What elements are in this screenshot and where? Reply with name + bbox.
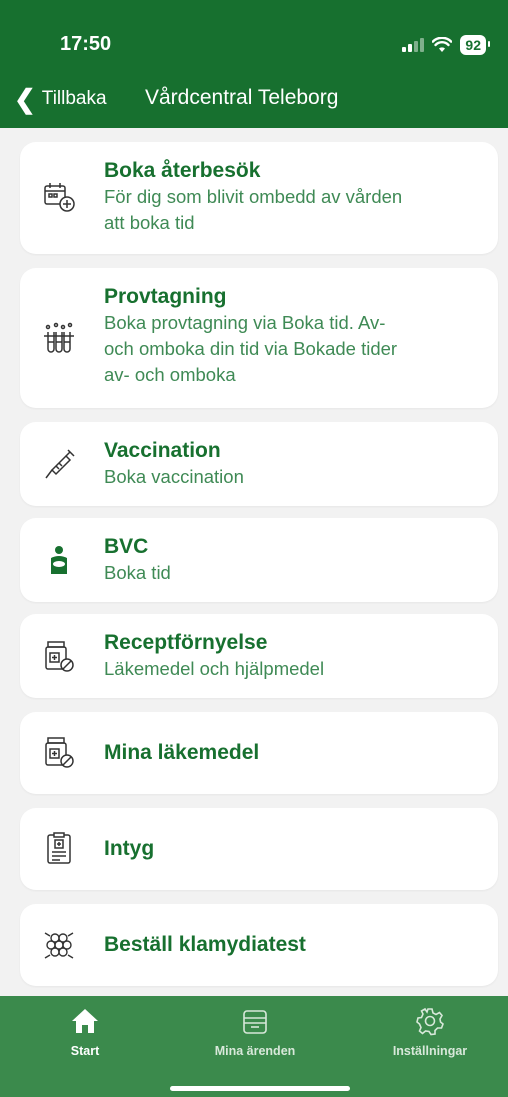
back-button[interactable]: ❮ Tillbaka (14, 86, 107, 112)
tab-start[interactable]: Start (30, 996, 140, 1071)
signal-icon (402, 38, 425, 52)
home-icon (72, 1009, 98, 1033)
test-tubes-icon (44, 322, 74, 353)
home-indicator (170, 1086, 350, 1091)
tab-label: Inställningar (392, 1044, 468, 1058)
card-subtitle: av- och omboka (104, 364, 236, 385)
card-title: Provtagning (104, 285, 227, 308)
medicine-jar-icon (45, 641, 74, 672)
card-vaccination[interactable]: Vaccination Boka vaccination (20, 422, 498, 506)
card-intyg[interactable]: Intyg (20, 808, 498, 890)
status-icons: 92 (402, 34, 490, 56)
card-boka-aterbesok[interactable]: Boka återbesök För dig som blivit ombedd… (20, 142, 498, 254)
app-header: 17:50 92 ❮ Tillbaka Vårdcentral Teleborg (0, 0, 508, 128)
card-provtagning[interactable]: Provtagning Boka provtagning via Boka ti… (20, 268, 498, 408)
bacteria-icon (44, 932, 74, 959)
card-subtitle: Boka tid (104, 562, 171, 583)
parent-child-icon (51, 546, 67, 574)
card-title: Mina läkemedel (104, 741, 260, 764)
syringe-icon (45, 449, 75, 479)
card-subtitle: Boka vaccination (104, 466, 244, 487)
battery-indicator: 92 (460, 35, 490, 55)
card-title: Intyg (104, 837, 155, 860)
tab-label: Mina ärenden (214, 1044, 296, 1058)
nav-bar: ❮ Tillbaka Vårdcentral Teleborg (0, 80, 508, 120)
inbox-tray-icon (243, 1010, 267, 1034)
card-title: Receptförnyelse (104, 631, 268, 654)
card-title: Boka återbesök (104, 159, 261, 182)
tab-bar: Start Mina ärenden Inställningar (0, 996, 508, 1097)
card-mina-lakemedel[interactable]: Mina läkemedel (20, 712, 498, 794)
card-subtitle: och omboka din tid via Bokade tider (104, 338, 398, 359)
status-time: 17:50 (60, 33, 112, 55)
card-subtitle: att boka tid (104, 212, 195, 233)
wifi-icon (432, 37, 453, 52)
card-subtitle: Läkemedel och hjälpmedel (104, 658, 325, 679)
medicine-jar-icon (45, 737, 74, 768)
card-subtitle: För dig som blivit ombedd av vården (104, 186, 403, 207)
gear-icon (416, 1007, 444, 1036)
certificate-icon (47, 832, 71, 864)
chevron-left-icon: ❮ (14, 84, 36, 114)
card-bestall-klamydiatest[interactable]: Beställ klamydiatest (20, 904, 498, 986)
card-title: Beställ klamydiatest (104, 933, 306, 956)
card-subtitle: Boka provtagning via Boka tid. Av- (104, 312, 386, 333)
tab-mina-arenden[interactable]: Mina ärenden (195, 996, 315, 1071)
card-bvc[interactable]: BVC Boka tid (20, 518, 498, 602)
card-title: BVC (104, 535, 149, 558)
calendar-plus-icon (44, 183, 75, 212)
page-title: Vårdcentral Teleborg (145, 86, 339, 109)
card-title: Vaccination (104, 439, 221, 462)
back-label: Tillbaka (41, 88, 107, 109)
tab-label: Start (70, 1044, 100, 1058)
status-bar: 17:50 92 (0, 0, 508, 70)
tab-installningar[interactable]: Inställningar (375, 996, 485, 1071)
card-receptfornyelse[interactable]: Receptförnyelse Läkemedel och hjälpmedel (20, 614, 498, 698)
